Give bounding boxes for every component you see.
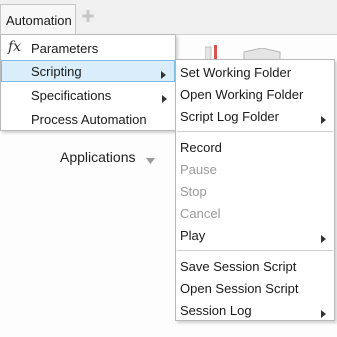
applications-group-label[interactable]: Applications	[60, 149, 136, 165]
menu-item-label: Session Log	[180, 303, 252, 318]
menu-item-parameters[interactable]: fx Parameters	[1, 37, 175, 59]
chevron-down-icon[interactable]	[146, 153, 155, 168]
menu-item-pause: Pause	[176, 158, 334, 180]
menu-item-label: Cancel	[180, 206, 221, 221]
menu-item-set-working-folder[interactable]: Set Working Folder	[176, 61, 334, 83]
menu-item-save-session-script[interactable]: Save Session Script	[176, 255, 334, 277]
tab-bar: Automation	[0, 0, 337, 35]
menu-item-open-working-folder[interactable]: Open Working Folder	[176, 83, 334, 105]
menu-item-label: Script Log Folder	[180, 109, 279, 124]
menu-item-label: Record	[180, 140, 222, 155]
menu-item-record[interactable]: Record	[176, 136, 334, 158]
menu-item-open-session-script[interactable]: Open Session Script	[176, 277, 334, 299]
menu-item-label: Process Automation	[31, 112, 147, 127]
menu-item-label: Save Session Script	[180, 259, 297, 274]
chevron-right-icon	[321, 231, 326, 246]
tab-automation-label: Automation	[6, 13, 72, 28]
menu-item-label: Open Working Folder	[180, 87, 304, 102]
menu-separator	[177, 131, 333, 132]
chevron-right-icon	[161, 67, 166, 82]
menu-item-label: Open Session Script	[180, 281, 299, 296]
chevron-right-icon	[321, 306, 326, 321]
tab-automation[interactable]: Automation	[0, 4, 76, 34]
menu-item-stop: Stop	[176, 180, 334, 202]
menu-item-play[interactable]: Play	[176, 224, 334, 246]
chevron-right-icon	[162, 91, 167, 106]
menu-item-label: Scripting	[31, 64, 82, 79]
menu-separator	[177, 250, 333, 251]
menu-item-session-log[interactable]: Session Log	[176, 299, 334, 321]
menu-item-cancel: Cancel	[176, 202, 334, 224]
menu-item-label: Parameters	[31, 41, 99, 56]
fx-icon: fx	[8, 39, 22, 55]
menu-item-label: Specifications	[31, 88, 112, 103]
menu-item-label: Stop	[180, 184, 207, 199]
scripting-submenu: Set Working Folder Open Working Folder S…	[175, 59, 335, 321]
menu-item-script-log-folder[interactable]: Script Log Folder	[176, 105, 334, 127]
menu-item-label: Play	[180, 228, 206, 243]
menu-item-process-automation[interactable]: Process Automation	[1, 108, 175, 130]
menu-item-label: Pause	[180, 162, 217, 177]
chevron-right-icon	[321, 112, 326, 127]
menu-item-specifications[interactable]: Specifications	[1, 84, 175, 106]
plus-icon[interactable]	[82, 10, 94, 25]
automation-menu: fx Parameters Scripting Specifications P…	[0, 34, 176, 131]
menu-item-scripting[interactable]: Scripting	[1, 60, 175, 82]
menu-item-label: Set Working Folder	[180, 65, 292, 80]
